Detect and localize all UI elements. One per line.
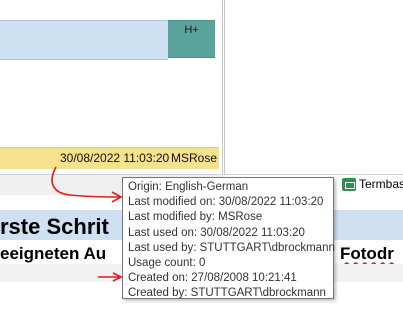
tooltip-last-modified-by: Last modified by: MSRose [128, 211, 263, 224]
tm-info-tooltip: Origin: English-German Last modified on:… [122, 177, 335, 300]
document-subheading-right: Fotodr [340, 244, 394, 263]
segment-row[interactable] [0, 20, 168, 60]
segment-status-bar[interactable]: 30/08/2022 11:03:20 MSRose [0, 147, 219, 169]
tooltip-origin: Origin: English-German [128, 181, 249, 193]
tooltip-last-used-by: Last used by: STUTTGART\dbrockmann [128, 241, 335, 254]
tooltip-usage-count: Usage count: 0 [128, 257, 206, 270]
tooltip-last-used-on: Last used on: 30/08/2022 11:03:20 [128, 226, 305, 239]
side-panel [224, 0, 403, 174]
tooltip-last-modified-on: Last modified on: 30/08/2022 11:03:20 [128, 196, 324, 209]
tab-termbase[interactable]: Termbas [342, 176, 403, 192]
document-heading: rste Schrit [0, 214, 109, 239]
tooltip-created-on: Created on: 27/08/2008 10:21:41 [128, 272, 297, 285]
match-badge: H+ [168, 20, 215, 58]
document-subheading: eeigneten Au [0, 244, 107, 263]
tooltip-created-by: Created by: STUTTGART\dbrockmann [128, 287, 326, 300]
tab-termbase-label: Termbas [359, 177, 403, 191]
termbase-icon [342, 177, 356, 191]
status-date: 30/08/2022 11:03:20 [60, 151, 170, 165]
status-user: MSRose [171, 151, 218, 165]
